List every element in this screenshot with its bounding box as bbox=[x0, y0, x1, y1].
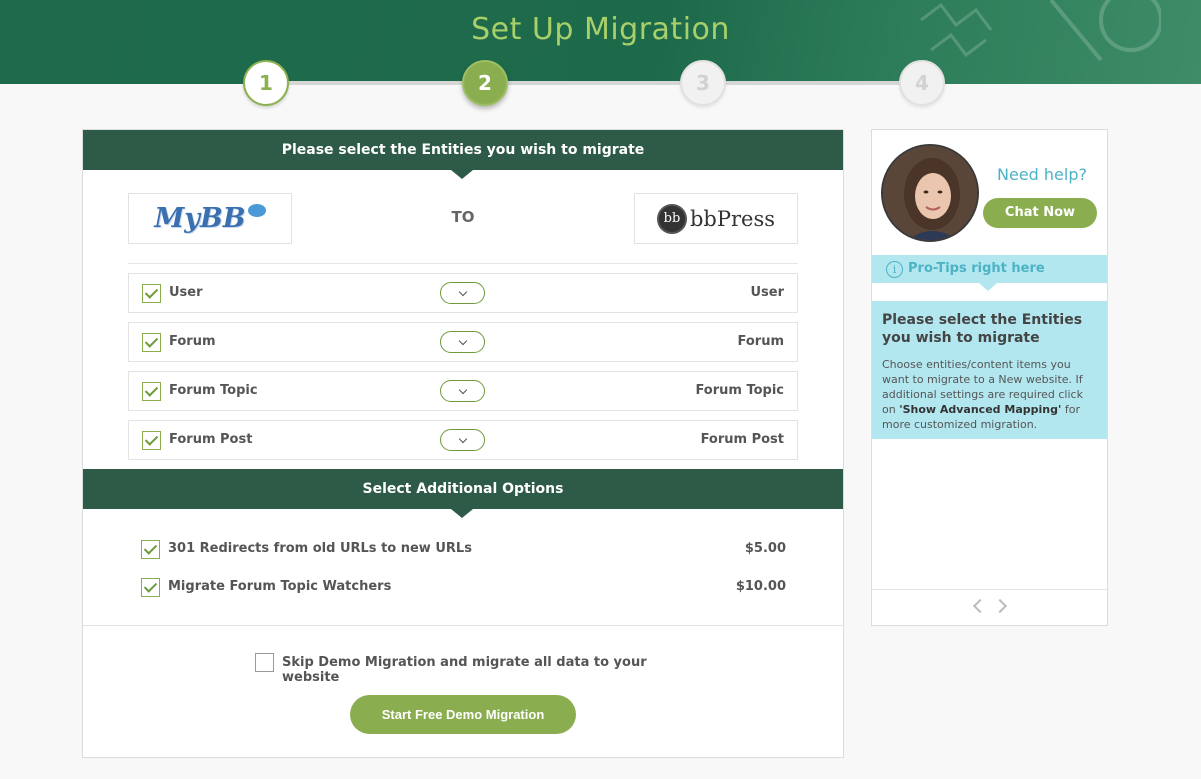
step-2[interactable]: 2 bbox=[462, 60, 508, 106]
entity-target-label: Forum Post bbox=[700, 432, 784, 447]
chevron-down-icon bbox=[458, 434, 467, 443]
progress-line bbox=[266, 81, 922, 85]
entity-checkbox[interactable] bbox=[142, 333, 161, 352]
mapping-dropdown-button[interactable] bbox=[440, 429, 485, 451]
step-1[interactable]: 1 bbox=[243, 60, 289, 106]
chat-now-button[interactable]: Chat Now bbox=[983, 198, 1097, 228]
entity-row-forum: Forum Forum bbox=[128, 322, 798, 362]
migration-panel: Please select the Entities you wish to m… bbox=[82, 129, 844, 758]
entity-source-label: Forum Post bbox=[169, 432, 253, 447]
divider bbox=[872, 589, 1107, 590]
option-label: Migrate Forum Topic Watchers bbox=[168, 579, 392, 594]
mapping-dropdown-button[interactable] bbox=[440, 331, 485, 353]
chevron-left-icon[interactable] bbox=[972, 598, 988, 614]
start-demo-button[interactable]: Start Free Demo Migration bbox=[350, 695, 576, 734]
chevron-down-icon bbox=[458, 336, 467, 345]
tip-box: Please select the Entities you wish to m… bbox=[872, 301, 1107, 439]
entities-section-header: Please select the Entities you wish to m… bbox=[83, 130, 843, 179]
skip-demo-row: Skip Demo Migration and migrate all data… bbox=[255, 653, 695, 685]
target-logo: bb bbPress bbox=[634, 193, 798, 244]
option-price: $5.00 bbox=[744, 541, 786, 556]
entity-row-user: User User bbox=[128, 273, 798, 313]
options-section-title: Select Additional Options bbox=[362, 481, 564, 497]
skip-demo-checkbox[interactable] bbox=[255, 653, 274, 672]
entity-checkbox[interactable] bbox=[142, 382, 161, 401]
option-label: 301 Redirects from old URLs to new URLs bbox=[168, 541, 472, 556]
option-checkbox[interactable] bbox=[141, 578, 160, 597]
chevron-down-icon bbox=[458, 385, 467, 394]
bbpress-mark-icon: bb bbox=[656, 203, 687, 234]
chevron-right-icon[interactable] bbox=[992, 598, 1008, 614]
skip-demo-label: Skip Demo Migration and migrate all data… bbox=[282, 655, 647, 685]
entity-source-label: User bbox=[169, 285, 203, 300]
info-icon: i bbox=[886, 261, 903, 278]
tips-arrow-icon bbox=[979, 283, 997, 291]
need-help-label: Need help? bbox=[997, 165, 1087, 184]
entity-row-forum-post: Forum Post Forum Post bbox=[128, 420, 798, 460]
mybb-logo-text: MyBB bbox=[154, 203, 246, 234]
section-arrow-icon bbox=[451, 170, 473, 179]
to-label: TO bbox=[451, 208, 475, 226]
support-avatar bbox=[881, 144, 979, 242]
divider bbox=[128, 263, 798, 264]
step-3: 3 bbox=[680, 60, 726, 106]
entity-target-label: Forum bbox=[737, 334, 785, 349]
tip-text-bold: 'Show Advanced Mapping' bbox=[899, 403, 1062, 416]
section-arrow-icon bbox=[451, 509, 473, 518]
option-price: $10.00 bbox=[735, 579, 786, 594]
mapping-dropdown-button[interactable] bbox=[440, 282, 485, 304]
person-icon bbox=[883, 146, 977, 240]
pro-tips-label: Pro-Tips right here bbox=[908, 261, 1045, 276]
help-panel: Need help? Chat Now i Pro-Tips right her… bbox=[871, 129, 1108, 626]
entity-target-label: Forum Topic bbox=[695, 383, 784, 398]
option-checkbox[interactable] bbox=[141, 540, 160, 559]
entity-checkbox[interactable] bbox=[142, 431, 161, 450]
tip-title: Please select the Entities you wish to m… bbox=[882, 312, 1083, 346]
entity-target-label: User bbox=[750, 285, 784, 300]
mapping-dropdown-button[interactable] bbox=[440, 380, 485, 402]
option-topic-watchers: Migrate Forum Topic Watchers $10.00 bbox=[140, 576, 786, 598]
divider bbox=[83, 625, 843, 626]
tip-text: Choose entities/content items you want t… bbox=[882, 357, 1097, 432]
pro-tips-bar: i Pro-Tips right here bbox=[872, 255, 1107, 291]
page-title: Set Up Migration bbox=[471, 12, 730, 47]
bbpress-logo-text: bbPress bbox=[689, 206, 776, 231]
options-section-header: Select Additional Options bbox=[83, 469, 843, 518]
speech-bubble-icon bbox=[247, 204, 266, 217]
entities-section-title: Please select the Entities you wish to m… bbox=[281, 142, 645, 158]
step-4: 4 bbox=[899, 60, 945, 106]
option-redirects: 301 Redirects from old URLs to new URLs … bbox=[140, 538, 786, 560]
entity-checkbox[interactable] bbox=[142, 284, 161, 303]
entity-source-label: Forum bbox=[169, 334, 216, 349]
entity-source-label: Forum Topic bbox=[169, 383, 258, 398]
chevron-down-icon bbox=[458, 287, 467, 296]
source-logo: MyBB bbox=[128, 193, 292, 244]
entity-row-forum-topic: Forum Topic Forum Topic bbox=[128, 371, 798, 411]
page-header: Set Up Migration bbox=[0, 0, 1201, 84]
